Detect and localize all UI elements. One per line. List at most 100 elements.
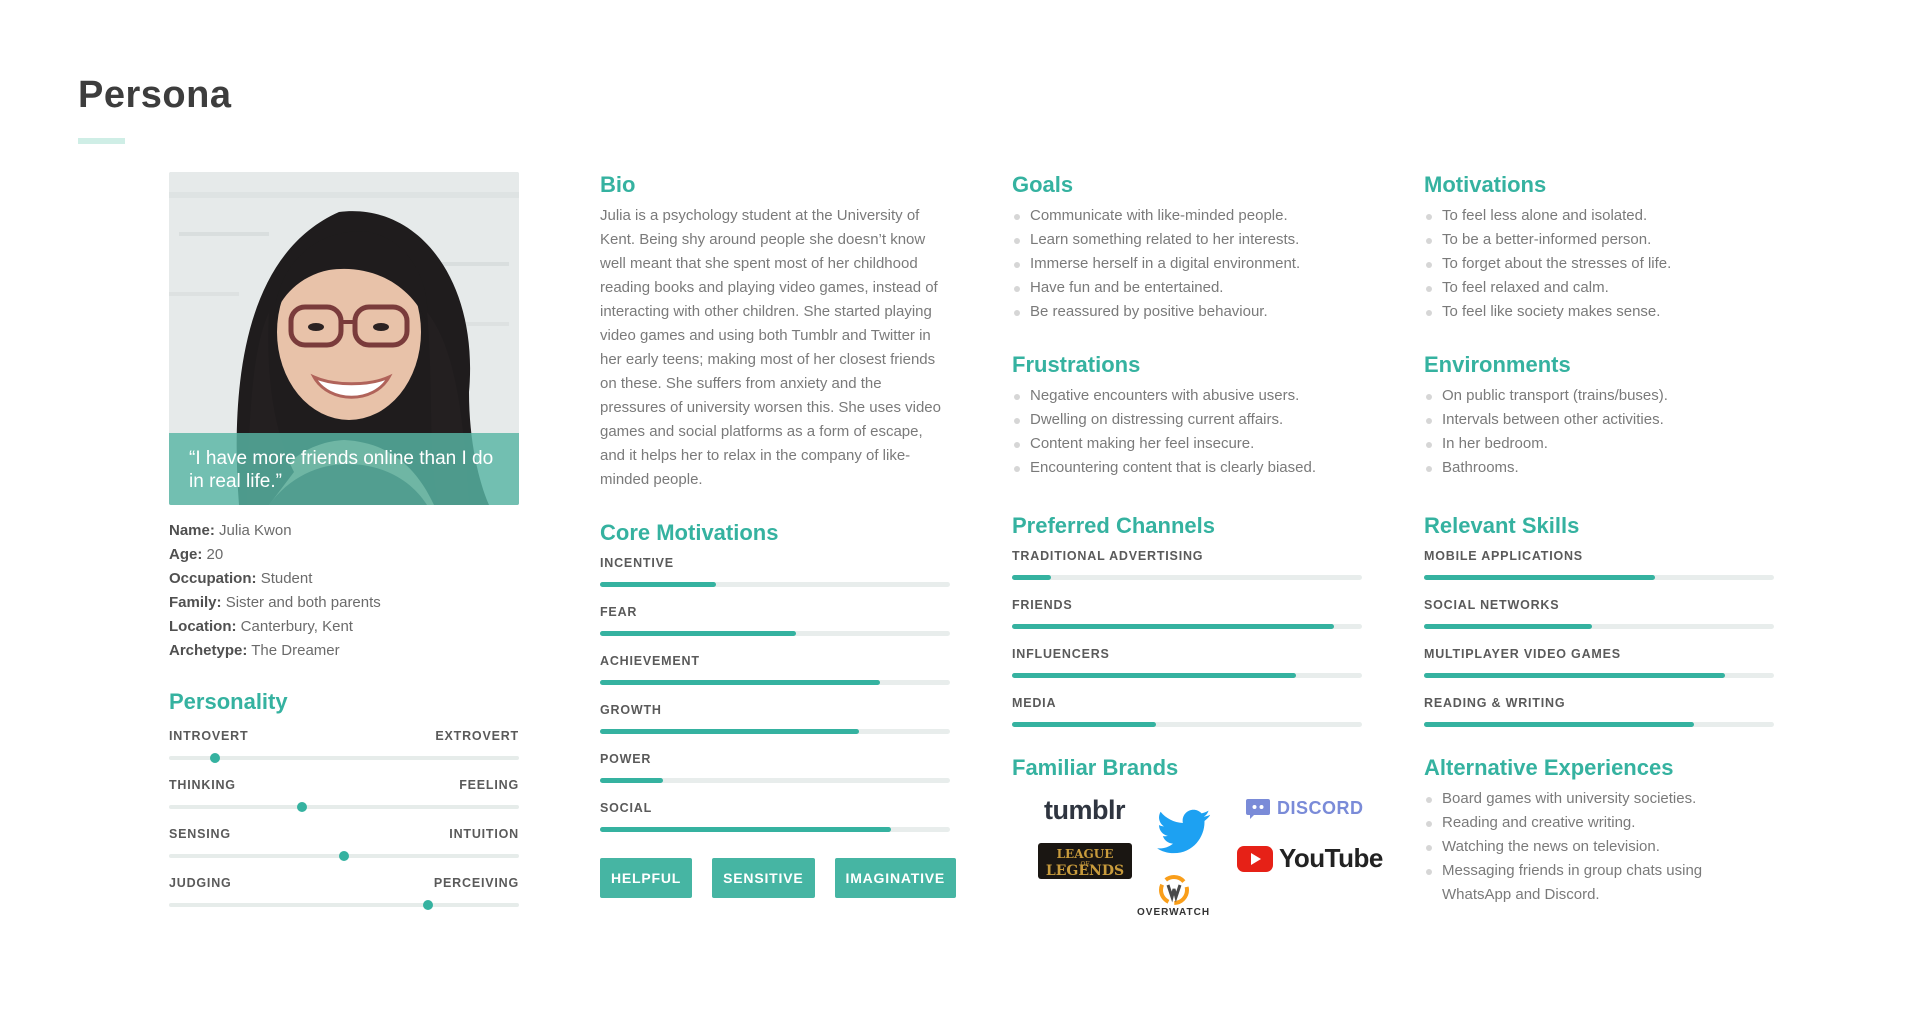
personality-left-label: INTROVERT bbox=[169, 729, 249, 743]
list-item: In her bedroom. bbox=[1424, 432, 1774, 456]
profile-value: Sister and both parents bbox=[225, 594, 381, 611]
profile-label: Name: bbox=[169, 522, 215, 539]
youtube-logo: YouTube bbox=[1237, 843, 1383, 874]
bio-text: Julia is a psychology student at the Uni… bbox=[600, 207, 941, 488]
bar-fill bbox=[1012, 624, 1334, 629]
bar-label: ACHIEVEMENT bbox=[600, 654, 700, 668]
league-of-legends-logo: LEAGUE LEGENDS OF bbox=[1038, 843, 1132, 879]
bar-fill bbox=[1424, 624, 1592, 629]
bar-fill bbox=[1012, 673, 1296, 678]
goals-column: Goals Communicate with like-minded peopl… bbox=[1012, 172, 1383, 937]
bar-row: READING & WRITING bbox=[1424, 696, 1774, 745]
bar-label: READING & WRITING bbox=[1424, 696, 1566, 710]
profile-age-row: Age: 20 bbox=[169, 543, 519, 567]
profile-value: Canterbury, Kent bbox=[240, 618, 353, 635]
list-item: To feel relaxed and calm. bbox=[1424, 276, 1774, 300]
overwatch-logo: OVERWATCH bbox=[1137, 873, 1210, 918]
bar-track bbox=[600, 827, 950, 832]
discord-wordmark: DISCORD bbox=[1277, 797, 1364, 818]
profile-occupation-row: Occupation: Student bbox=[169, 567, 519, 591]
bar-track bbox=[600, 729, 950, 734]
preferred-channels-heading: Preferred Channels bbox=[1012, 513, 1215, 538]
bar-fill bbox=[1424, 575, 1655, 580]
bar-row: SOCIAL NETWORKS bbox=[1424, 598, 1774, 647]
relevant-skills-heading: Relevant Skills bbox=[1424, 513, 1580, 538]
familiar-brands-heading: Familiar Brands bbox=[1012, 755, 1179, 780]
profile-details: Name: Julia Kwon Age: 20 Occupation: Stu… bbox=[169, 519, 519, 663]
bar-label: POWER bbox=[600, 752, 652, 766]
bar-fill bbox=[1012, 722, 1156, 727]
youtube-play-icon bbox=[1237, 845, 1273, 872]
personality-track bbox=[169, 851, 519, 861]
motivations-heading: Motivations bbox=[1424, 172, 1547, 197]
bar-fill bbox=[600, 729, 859, 734]
personality-scale: INTROVERT EXTROVERT bbox=[169, 729, 519, 778]
trait-tag-imaginative: IMAGINATIVE bbox=[834, 858, 957, 898]
bar-track bbox=[1424, 722, 1774, 727]
personality-track bbox=[169, 900, 519, 910]
profile-value: Julia Kwon bbox=[219, 522, 292, 539]
bar-row: MEDIA bbox=[1012, 696, 1362, 745]
bar-track bbox=[1424, 673, 1774, 678]
title-underline bbox=[78, 138, 125, 144]
bar-track bbox=[600, 582, 950, 587]
bar-label: SOCIAL bbox=[600, 801, 653, 815]
lol-of: OF bbox=[1080, 861, 1089, 868]
personality-marker bbox=[339, 851, 349, 861]
bar-row: INFLUENCERS bbox=[1012, 647, 1362, 696]
personality-right-label: EXTROVERT bbox=[435, 729, 519, 743]
relevant-skills-section: Relevant Skills MOBILE APPLICATIONS SOCIA… bbox=[1424, 513, 1774, 745]
persona-photo: “I have more friends online than I do in… bbox=[169, 172, 519, 505]
list-item: Communicate with like-minded people. bbox=[1012, 204, 1362, 228]
personality-right-label: PERCEIVING bbox=[433, 876, 519, 890]
list-item: Content making her feel insecure. bbox=[1012, 432, 1362, 456]
youtube-wordmark: YouTube bbox=[1279, 843, 1383, 873]
preferred-channels-section: Preferred Channels TRADITIONAL ADVERTISI… bbox=[1012, 513, 1362, 745]
bio-heading: Bio bbox=[600, 172, 636, 197]
bar-fill bbox=[600, 680, 880, 685]
list-item: Have fun and be entertained. bbox=[1012, 276, 1362, 300]
bar-label: GROWTH bbox=[600, 703, 662, 717]
motivations-list: To feel less alone and isolated. To be a … bbox=[1424, 204, 1774, 324]
personality-scale-labels: THINKING FEELING bbox=[169, 778, 519, 792]
personality-marker bbox=[209, 753, 220, 763]
bar-track bbox=[1012, 624, 1362, 629]
bar-track bbox=[1424, 624, 1774, 629]
bar-label: MOBILE APPLICATIONS bbox=[1424, 549, 1583, 563]
profile-label: Archetype: bbox=[169, 642, 248, 659]
bar-track bbox=[1012, 722, 1362, 727]
tumblr-logo: tumblr bbox=[1044, 795, 1126, 825]
bar-fill bbox=[600, 631, 796, 636]
bio-column: Bio Julia is a psychology student at the… bbox=[600, 172, 957, 898]
profile-name-row: Name: Julia Kwon bbox=[169, 519, 519, 543]
list-item: Be reassured by positive behaviour. bbox=[1012, 300, 1362, 324]
brand-logos: tumblr DISCORD LEAGUE LEGENDS OF OVERWAT… bbox=[1012, 787, 1383, 937]
bar-row: FRIENDS bbox=[1012, 598, 1362, 647]
list-item: Messaging friends in group chats using W… bbox=[1424, 859, 1774, 907]
goals-list: Communicate with like-minded people. Lear… bbox=[1012, 204, 1362, 324]
environments-list: On public transport (trains/buses). Inter… bbox=[1424, 384, 1774, 480]
bar-fill bbox=[1424, 722, 1694, 727]
personality-scale-labels: INTROVERT EXTROVERT bbox=[169, 729, 519, 743]
list-item: Board games with university societies. bbox=[1424, 787, 1774, 811]
core-motivations-heading: Core Motivations bbox=[600, 520, 779, 545]
bar-fill bbox=[600, 778, 663, 783]
bar-label: TRADITIONAL ADVERTISING bbox=[1012, 549, 1204, 563]
bar-row: ACHIEVEMENT bbox=[600, 654, 950, 703]
lol-line1: LEAGUE bbox=[1057, 847, 1114, 861]
profile-label: Age: bbox=[169, 546, 203, 563]
overwatch-icon bbox=[1158, 875, 1189, 905]
bar-track bbox=[1424, 575, 1774, 580]
list-item: Immerse herself in a digital environment… bbox=[1012, 252, 1362, 276]
list-item: Encountering content that is clearly bia… bbox=[1012, 456, 1362, 480]
bar-label: FRIENDS bbox=[1012, 598, 1073, 612]
list-item: Negative encounters with abusive users. bbox=[1012, 384, 1362, 408]
personality-scale-labels: SENSING INTUITION bbox=[169, 827, 519, 841]
list-item: To forget about the stresses of life. bbox=[1424, 252, 1774, 276]
bar-track bbox=[600, 680, 950, 685]
personality-marker bbox=[423, 900, 433, 910]
personality-heading: Personality bbox=[169, 689, 288, 714]
profile-column: “I have more friends online than I do in… bbox=[169, 172, 519, 925]
personality-left-label: THINKING bbox=[169, 778, 236, 792]
alternative-experiences-list: Board games with university societies. Re… bbox=[1424, 787, 1774, 907]
